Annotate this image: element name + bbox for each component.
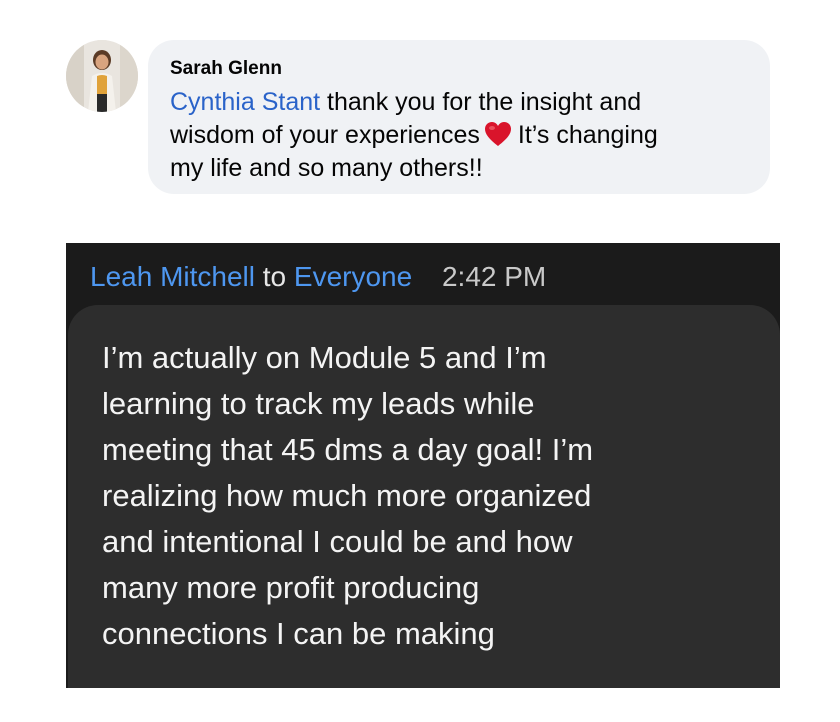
comment-bubble: Sarah Glenn Cynthia Stant thank you for … xyxy=(148,40,770,194)
comment-line-1: thank you for the insight and xyxy=(320,88,642,116)
sender-name[interactable]: Leah Mitchell xyxy=(90,261,255,292)
recipient-name[interactable]: Everyone xyxy=(294,261,412,292)
comment-line-3: my life and so many others!! xyxy=(170,154,483,182)
profile-photo-icon xyxy=(66,40,138,112)
mention-link[interactable]: Cynthia Stant xyxy=(170,88,320,116)
message-line: realizing how much more organized xyxy=(102,478,592,513)
message-line: learning to track my leads while xyxy=(102,386,535,421)
message-text: I’m actually on Module 5 and I’m learnin… xyxy=(102,335,762,657)
comment-text: Cynthia Stant thank you for the insight … xyxy=(170,86,760,185)
message-line: connections I can be making xyxy=(102,616,495,651)
message-line: meeting that 45 dms a day goal! I’m xyxy=(102,432,594,467)
comment-author[interactable]: Sarah Glenn xyxy=(170,58,282,80)
message-line: many more profit producing xyxy=(102,570,480,605)
zoom-chat-panel: Leah Mitchell to Everyone 2:42 PM I’m ac… xyxy=(66,243,780,688)
message-timestamp: 2:42 PM xyxy=(441,261,547,292)
comment-line-2-end: It’s changing xyxy=(517,121,658,149)
message-bubble: I’m actually on Module 5 and I’m learnin… xyxy=(68,305,780,688)
facebook-comment: Sarah Glenn Cynthia Stant thank you for … xyxy=(66,40,776,200)
testimonial-collage: Sarah Glenn Cynthia Stant thank you for … xyxy=(0,0,840,722)
comment-line-2: wisdom of your experiences xyxy=(170,121,480,149)
red-heart-icon xyxy=(484,122,511,146)
avatar[interactable] xyxy=(66,40,138,112)
message-line: I’m actually on Module 5 and I’m xyxy=(102,340,547,375)
recipient-connector: to xyxy=(262,261,287,292)
message-header: Leah Mitchell to Everyone 2:42 PM xyxy=(90,261,546,293)
message-line: and intentional I could be and how xyxy=(102,524,573,559)
